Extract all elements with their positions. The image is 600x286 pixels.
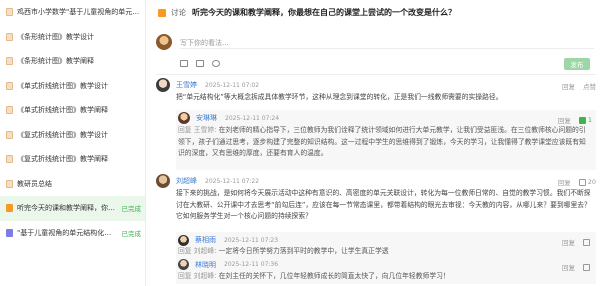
main-panel: 讨论 听完今天的课和教学阐释，你最想在自己的课堂上尝试的一个改变是什么？ 写下你… (150, 0, 600, 286)
comment-item: 王雪婷 2025-12-11 07:02 回复 点赞 把“单元结构化”等大概念拆… (156, 78, 596, 104)
reply-content: 回复 王雪婷: 在刘老师的精心指导下，三位教师为我们诠释了统计领域如何进行大单元… (176, 124, 596, 160)
avatar (156, 78, 170, 92)
reply-button[interactable]: 回复 (558, 177, 571, 187)
sidebar-item-survey[interactable]: "基于儿童视角的单元结构化教学... 已完成 (0, 221, 145, 246)
document-icon (6, 57, 13, 66)
divider (156, 74, 596, 75)
comment-time: 2025-12-11 07:02 (205, 81, 260, 89)
like-count: 1 (587, 116, 592, 124)
reply-text: 在刘老师的精心指导下，三位教师为我们诠释了统计领域如何进行大单元教学，让我们受益… (178, 126, 586, 157)
reply-prefix: 回复 (178, 247, 192, 255)
topic-header: 讨论 听完今天的课和教学阐释，你最想在自己的课堂上尝试的一个改变是什么？ (158, 7, 456, 18)
comment-author[interactable]: 刘超峰 (176, 176, 197, 186)
sidebar-item-compound-design[interactable]: 《复式折线统计图》教学设计 (0, 123, 145, 148)
thumb-up-icon[interactable] (583, 238, 590, 246)
sidebar-item-compound-explain[interactable]: 《复式折线统计图》教学阐释 (0, 147, 145, 172)
sidebar-item-label: 《单式折线统计图》教学阐释 (17, 106, 108, 115)
sidebar: 鸡西市小学数学"基于儿童视角的单元结构... 《条形统计图》教学设计 《条形统计… (0, 0, 146, 286)
status-badge: 已完成 (121, 229, 142, 238)
comment-text: 接下来的挑战，是如何将今天展示活动中这种有意识的、高密度的单元关联设计，转化为每… (176, 189, 591, 220)
like-count: 20 (587, 178, 596, 186)
reply-content: 回复 刘超峰: 在刘主任的关怀下，几位年轻教师成长的简直太快了，向几位年轻教师学… (176, 271, 596, 282)
thumb-up-icon (578, 116, 586, 124)
reply-text: 一定将今日所学努力落到平时的教学中，让学生真正学透 (218, 247, 389, 255)
comment-author[interactable]: 王雪婷 (176, 80, 197, 90)
send-button[interactable]: 发布 (564, 58, 590, 70)
reply-thread: 安琳琳 2025-12-11 07:24 回复 1 回复 王雪婷: 在刘老师的精… (176, 110, 596, 170)
avatar (178, 234, 189, 246)
reply-prefix: 回复 (178, 126, 192, 134)
reply-target: 刘超峰: (193, 247, 217, 255)
comment-time: 2025-12-11 07:22 (205, 177, 260, 185)
document-icon (6, 32, 13, 41)
discussion-icon (6, 204, 13, 213)
avatar (156, 34, 172, 50)
comment-input[interactable]: 写下你的看法... (180, 38, 229, 48)
reply-target: 刘超峰: (193, 272, 217, 280)
sidebar-item-bar-design[interactable]: 《条形统计图》教学设计 (0, 25, 145, 50)
reply-author[interactable]: 蔡相雨 (195, 235, 216, 245)
sidebar-item-label: 教研员总结 (17, 179, 52, 188)
sidebar-item-label: 《条形统计图》教学阐释 (17, 57, 94, 66)
comment-text: 把“单元结构化”等大概念拆成具体教学环节，这种从理念到课堂的转化，正是我们一线教… (176, 93, 503, 101)
sidebar-item-bar-explain[interactable]: 《条形统计图》教学阐释 (0, 49, 145, 74)
sidebar-item-label: 《复式折线统计图》教学阐释 (17, 155, 108, 164)
reply-time: 2025-12-11 07:24 (225, 114, 280, 122)
reply-button[interactable]: 回复 (558, 115, 571, 125)
sidebar-item-label: 《条形统计图》教学设计 (17, 32, 94, 41)
reply-time: 2025-12-11 07:23 (224, 236, 279, 244)
reply-button[interactable]: 回复 (562, 262, 575, 272)
topic-label: 讨论 (171, 8, 186, 17)
sidebar-item-label: 《复式折线统计图》教学设计 (17, 130, 108, 139)
app-root: 鸡西市小学数学"基于儿童视角的单元结构... 《条形统计图》教学设计 《条形统计… (0, 0, 600, 286)
emoji-icon[interactable] (212, 60, 220, 67)
discussion-icon (158, 8, 166, 17)
sidebar-item-label: "基于儿童视角的单元结构化教学... (17, 228, 118, 237)
survey-icon (6, 228, 13, 237)
sidebar-item-line-explain[interactable]: 《单式折线统计图》教学阐释 (0, 98, 145, 123)
input-underline (180, 48, 594, 49)
avatar (156, 174, 170, 188)
like-button[interactable]: 20 (578, 178, 596, 186)
file-icon[interactable] (196, 60, 204, 67)
comment-item: 刘超峰 2025-12-11 07:22 回复 20 接下来的挑战，是如何将今天… (156, 174, 596, 223)
sidebar-item-label: 鸡西市小学数学"基于儿童视角的单元结构... (17, 8, 145, 17)
status-badge: 已完成 (121, 205, 142, 214)
sidebar-item-label: 《单式折线统计图》教学设计 (17, 81, 108, 90)
topic-title: 听完今天的课和教学阐释，你最想在自己的课堂上尝试的一个改变是什么？ (192, 8, 456, 17)
document-icon (6, 155, 13, 164)
reply-author[interactable]: 安琳琳 (196, 113, 217, 123)
reply-target: 王雪婷: (193, 126, 217, 134)
composer-toolbar (180, 60, 220, 67)
avatar (178, 259, 189, 270)
document-icon (6, 8, 13, 17)
sidebar-item-label: 听完今天的课和教学阐释，你最... (17, 204, 118, 213)
document-icon (6, 81, 13, 90)
comment-composer: 写下你的看法... 发布 (156, 34, 594, 70)
like-button[interactable]: 点赞 (583, 81, 596, 91)
reply-button[interactable]: 回复 (562, 81, 575, 91)
reply-thread: 蔡相雨 2025-12-11 07:23 回复 回复 刘超峰: 一定将今日所学努… (176, 232, 596, 284)
like-button[interactable]: 1 (578, 116, 592, 124)
reply-time: 2025-12-11 07:36 (224, 261, 279, 268)
image-icon[interactable] (180, 60, 188, 67)
reply-button[interactable]: 回复 (562, 237, 575, 247)
reply-content: 回复 刘超峰: 一定将今日所学努力落到平时的教学中，让学生真正学透 (176, 246, 596, 257)
reply-author[interactable]: 林晓明 (195, 260, 216, 270)
avatar (178, 112, 190, 124)
thumb-up-icon (578, 178, 586, 186)
reply-prefix: 回复 (178, 272, 192, 280)
thumb-up-icon[interactable] (583, 263, 590, 271)
sidebar-item-line-design[interactable]: 《单式折线统计图》教学设计 (0, 74, 145, 99)
sidebar-item-summary[interactable]: 教研员总结 (0, 172, 145, 197)
document-icon (6, 130, 13, 139)
sidebar-item-activity[interactable]: 鸡西市小学数学"基于儿童视角的单元结构... (0, 0, 145, 25)
document-icon (6, 179, 13, 188)
sidebar-item-discussion[interactable]: 听完今天的课和教学阐释，你最... 已完成 (0, 196, 145, 221)
document-icon (6, 106, 13, 115)
reply-text: 在刘主任的关怀下，几位年轻教师成长的简直太快了，向几位年轻教师学习！ (218, 272, 450, 280)
